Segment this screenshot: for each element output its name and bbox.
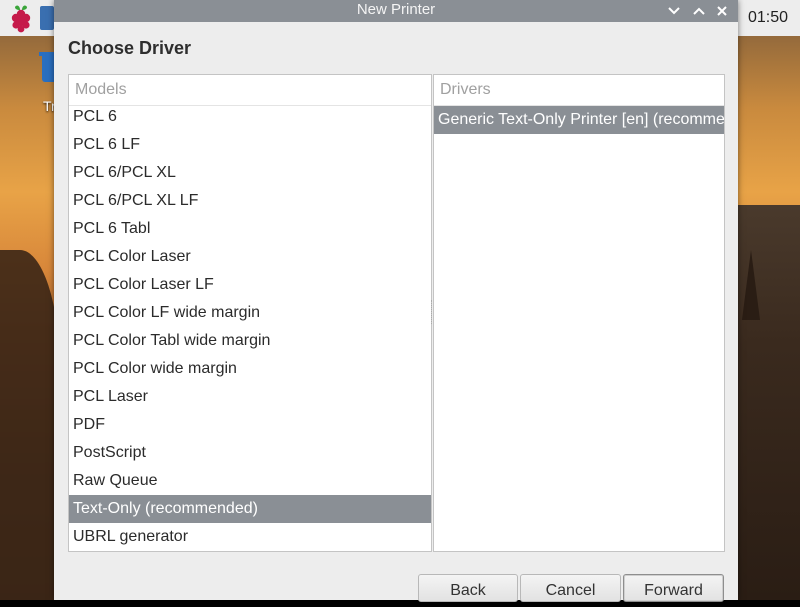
model-list-item[interactable]: PCL Color Laser xyxy=(69,243,431,271)
model-list-item[interactable]: PCL Color wide margin xyxy=(69,355,431,383)
model-list-item[interactable]: PCL 6 Tabl xyxy=(69,215,431,243)
chevron-up-icon[interactable] xyxy=(689,1,709,21)
forward-button[interactable]: Forward xyxy=(623,574,724,602)
model-list-item[interactable]: PCL Color Tabl wide margin xyxy=(69,327,431,355)
clock[interactable]: 01:50 xyxy=(748,0,788,36)
cancel-button[interactable]: Cancel xyxy=(520,574,621,602)
drivers-list[interactable]: Generic Text-Only Printer [en] (recommen… xyxy=(434,106,724,134)
wallpaper-temple-spire xyxy=(742,250,760,320)
models-list[interactable]: PCL 6 PCL 6 LF PCL 6/PCL XL PCL 6/PCL XL LF… xyxy=(69,103,431,551)
taskbar-app-icon[interactable] xyxy=(40,6,54,30)
models-list-pane[interactable]: Models PCL 6 PCL 6 LF PCL 6/PCL XL PCL 6/PC… xyxy=(68,74,432,552)
dialog-titlebar[interactable]: New Printer xyxy=(54,0,738,22)
wallpaper-mountain-left xyxy=(0,250,60,600)
drivers-column-header[interactable]: Drivers xyxy=(434,75,724,106)
model-list-item[interactable]: PCL 6 xyxy=(69,103,431,131)
model-list-item[interactable]: PCL 6 LF xyxy=(69,131,431,159)
model-list-item[interactable]: PCL Color Laser LF xyxy=(69,271,431,299)
model-list-item[interactable]: PCL Color LF wide margin xyxy=(69,299,431,327)
back-button[interactable]: Back xyxy=(418,574,518,602)
model-list-item[interactable]: PCL 6/PCL XL LF xyxy=(69,187,431,215)
raspberry-pi-icon[interactable] xyxy=(4,2,38,34)
model-list-item[interactable]: PostScript xyxy=(69,439,431,467)
dialog-heading: Choose Driver xyxy=(68,38,192,58)
model-list-item[interactable]: Text-Only (recommended) xyxy=(69,495,431,523)
dialog-title: New Printer xyxy=(356,1,436,18)
model-list-item[interactable]: UBRL generator xyxy=(69,523,431,551)
new-printer-dialog: New Printer Choose Driver Models PCL 6 PC… xyxy=(54,0,738,602)
close-icon[interactable] xyxy=(712,1,732,21)
chevron-down-icon[interactable] xyxy=(664,1,684,21)
driver-list-item[interactable]: Generic Text-Only Printer [en] (recommen… xyxy=(434,106,724,134)
model-list-item[interactable]: Raw Queue xyxy=(69,467,431,495)
models-column-header[interactable]: Models xyxy=(69,75,431,106)
model-list-item[interactable]: PDF xyxy=(69,411,431,439)
model-list-item[interactable]: PCL Laser xyxy=(69,383,431,411)
drivers-list-pane[interactable]: Drivers Generic Text-Only Printer [en] (… xyxy=(433,74,725,552)
model-list-item[interactable]: PCL 6/PCL XL xyxy=(69,159,431,187)
